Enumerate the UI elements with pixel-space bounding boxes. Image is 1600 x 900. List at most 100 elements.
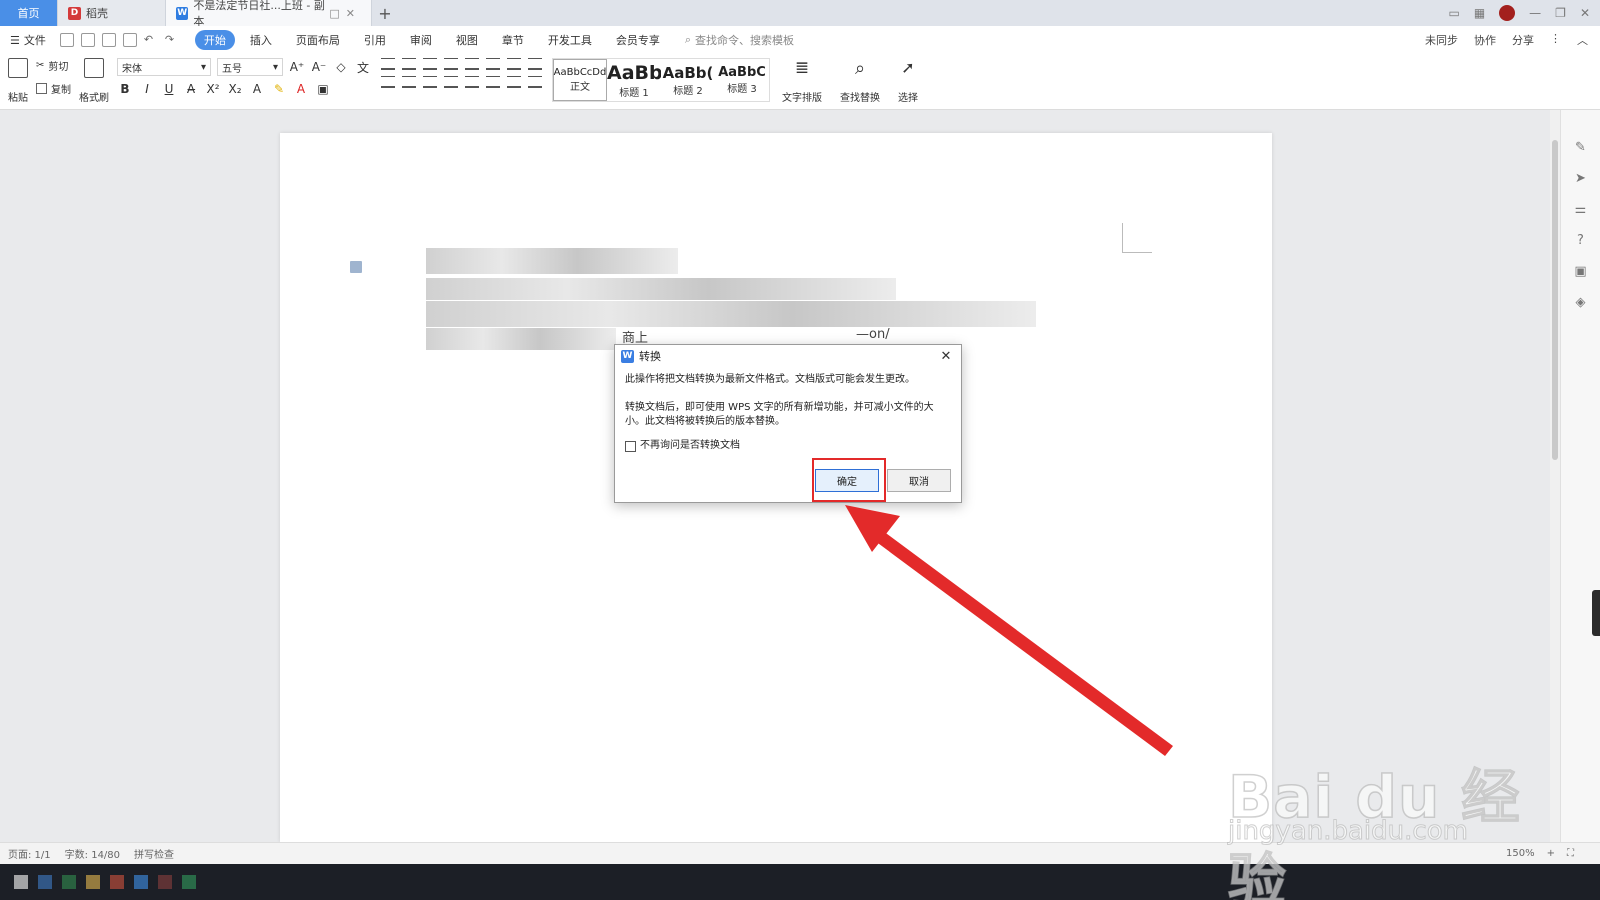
chinese-layout-icon[interactable]	[465, 58, 479, 70]
taskbar-app-icon[interactable]	[62, 875, 76, 889]
edit-icon[interactable]: ✎	[1575, 140, 1586, 155]
menu-member[interactable]: 会员专享	[607, 30, 669, 50]
format-painter-button[interactable]: 格式刷	[79, 58, 109, 104]
fullscreen-icon[interactable]: ⛶	[1567, 848, 1574, 859]
text-layout-button[interactable]: ≣ 文字排版	[782, 58, 822, 104]
collaborate-button[interactable]: 协作	[1474, 32, 1496, 48]
dont-ask-checkbox[interactable]: 不再询问是否转换文档	[625, 439, 951, 453]
taskbar-app-icon[interactable]	[134, 875, 148, 889]
undo-icon[interactable]: ↶	[144, 33, 158, 47]
style-heading-2[interactable]: AaBb( 标题 2	[661, 59, 715, 101]
avatar[interactable]	[1499, 5, 1516, 21]
distribute-icon[interactable]	[465, 76, 479, 88]
menu-developer[interactable]: 开发工具	[539, 30, 601, 50]
grid-icon[interactable]: ▦	[1474, 6, 1485, 20]
menu-review[interactable]: 审阅	[401, 30, 441, 50]
clear-format-icon[interactable]: ◇	[333, 60, 349, 74]
subscript-icon[interactable]: X₂	[227, 82, 243, 96]
style-heading-1[interactable]: AaBb 标题 1	[607, 59, 661, 101]
highlight-icon[interactable]: ✎	[271, 82, 287, 96]
strikethrough-icon[interactable]: A̶	[183, 82, 199, 96]
cancel-button[interactable]: 取消	[887, 469, 951, 492]
tab-home[interactable]: 首页	[0, 0, 58, 26]
spell-check[interactable]: 拼写检查	[134, 846, 174, 861]
add-tab-button[interactable]: +	[372, 0, 398, 26]
start-icon[interactable]	[14, 875, 28, 889]
menu-chapter[interactable]: 章节	[493, 30, 533, 50]
align-center-icon[interactable]	[402, 76, 416, 88]
align-left-icon[interactable]	[381, 76, 395, 88]
backup-icon[interactable]: ▣	[1574, 264, 1586, 279]
text-effect-icon[interactable]: A	[249, 82, 265, 96]
table-tab-icon[interactable]	[528, 58, 542, 70]
grow-font-icon[interactable]: A⁺	[289, 60, 305, 74]
show-marks-icon[interactable]	[507, 58, 521, 70]
phonetic-icon[interactable]: 文	[355, 59, 371, 76]
paste-button[interactable]: 粘贴	[8, 58, 28, 104]
font-name-select[interactable]: 宋体 ▾	[117, 58, 211, 76]
select-button[interactable]: ➚ 选择	[898, 58, 918, 104]
export-icon[interactable]	[80, 33, 95, 47]
close-icon[interactable]: ✕	[937, 349, 955, 364]
align-right-icon[interactable]	[423, 76, 437, 88]
share-button[interactable]: 分享	[1512, 32, 1534, 48]
save-icon[interactable]	[59, 33, 74, 47]
char-border-icon[interactable]: ▣	[315, 82, 331, 96]
close-window-icon[interactable]: ✕	[1580, 6, 1590, 20]
taskbar-app-icon[interactable]	[86, 875, 100, 889]
paragraph-icon[interactable]	[350, 261, 362, 273]
font-size-select[interactable]: 五号 ▾	[217, 58, 283, 76]
bullets-icon[interactable]	[381, 58, 395, 70]
shading-icon[interactable]	[507, 76, 521, 88]
sync-button[interactable]: 未同步	[1425, 32, 1458, 48]
layout-icon[interactable]: ▭	[1448, 6, 1459, 20]
increase-indent-icon[interactable]	[444, 58, 458, 70]
italic-icon[interactable]: I	[139, 82, 155, 96]
vertical-scrollbar[interactable]	[1550, 110, 1560, 842]
shrink-font-icon[interactable]: A⁻	[311, 60, 327, 74]
tab-daoke[interactable]: D 稻壳	[58, 0, 166, 26]
copy-button[interactable]: 复制	[36, 81, 71, 96]
minimize-icon[interactable]: —	[1529, 6, 1541, 20]
collapse-ribbon-icon[interactable]: ︿	[1577, 32, 1588, 48]
scrollbar-thumb[interactable]	[1552, 140, 1558, 460]
bold-icon[interactable]: B	[117, 82, 133, 96]
menu-view[interactable]: 视图	[447, 30, 487, 50]
underline-icon[interactable]: U	[161, 82, 177, 96]
menu-page-layout[interactable]: 页面布局	[287, 30, 349, 50]
side-panel-handle[interactable]	[1592, 590, 1600, 636]
find-replace-button[interactable]: ⌕ 查找替换	[840, 58, 880, 104]
restore-icon[interactable]: ❐	[1555, 6, 1566, 20]
command-search[interactable]: ⌕ 查找命令、搜索模板	[685, 32, 794, 48]
word-count[interactable]: 字数: 14/80	[65, 846, 120, 861]
print-icon[interactable]	[101, 33, 116, 47]
style-normal[interactable]: AaBbCcDd 正文	[553, 59, 607, 101]
numbering-icon[interactable]	[402, 58, 416, 70]
font-color-icon[interactable]: A	[293, 82, 309, 96]
tab-document[interactable]: W 不是法定节日社...上班 - 副本 □✕	[166, 0, 372, 28]
line-spacing-icon[interactable]	[486, 76, 500, 88]
tab-close-icon[interactable]: □✕	[329, 7, 361, 20]
redo-icon[interactable]: ↷	[165, 33, 179, 47]
settings-sliders-icon[interactable]: ⚌	[1575, 202, 1587, 217]
taskbar-app-icon[interactable]	[110, 875, 124, 889]
checkbox-icon[interactable]	[625, 440, 636, 452]
cut-button[interactable]: ✂ 剪切	[36, 58, 71, 73]
more-icon[interactable]: ⋮	[1550, 32, 1561, 48]
borders-icon[interactable]	[528, 76, 542, 88]
menu-references[interactable]: 引用	[355, 30, 395, 50]
menu-home[interactable]: 开始	[194, 30, 235, 50]
location-icon[interactable]: ◈	[1576, 295, 1586, 310]
taskbar-app-icon[interactable]	[182, 875, 196, 889]
preview-icon[interactable]	[122, 33, 137, 47]
file-menu[interactable]: ☰ 文件	[10, 32, 46, 48]
help-icon[interactable]: ?	[1577, 233, 1584, 248]
pointer-icon[interactable]: ➤	[1575, 171, 1586, 186]
menu-insert[interactable]: 插入	[241, 30, 281, 50]
decrease-indent-icon[interactable]	[423, 58, 437, 70]
style-heading-3[interactable]: AaBbC 标题 3	[715, 59, 769, 101]
sort-icon[interactable]	[486, 58, 500, 70]
justify-icon[interactable]	[444, 76, 458, 88]
taskbar-app-icon[interactable]	[158, 875, 172, 889]
taskbar-app-icon[interactable]	[38, 875, 52, 889]
